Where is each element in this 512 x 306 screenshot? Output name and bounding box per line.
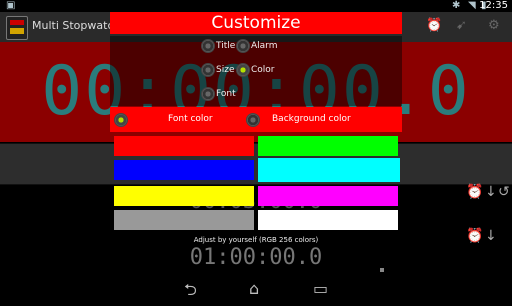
tab-background-color[interactable]: Background color xyxy=(272,107,351,132)
alarm-icon[interactable]: ⏰ xyxy=(466,184,483,200)
recent-apps-icon[interactable]: ▭ xyxy=(313,279,328,298)
radio-size[interactable] xyxy=(201,63,215,77)
control-row[interactable] xyxy=(0,143,512,185)
radio-alarm[interactable] xyxy=(236,39,250,53)
radio-title[interactable] xyxy=(201,39,215,53)
radio-background-color[interactable] xyxy=(246,113,260,127)
share-icon[interactable]: ➹ xyxy=(456,18,467,33)
swatch-red[interactable] xyxy=(114,136,254,156)
bluetooth-icon: ✱ xyxy=(452,0,461,11)
adjust-rgb-link[interactable]: Adjust by yourself (RGB 256 colors) xyxy=(110,236,402,244)
home-icon[interactable]: ⌂ xyxy=(249,279,259,298)
scroll-handle xyxy=(380,268,384,272)
swatch-blue[interactable] xyxy=(114,160,254,180)
alarm-icon[interactable]: ⏰ xyxy=(466,228,483,244)
dialog-title: Customize xyxy=(110,12,402,34)
swatch-green[interactable] xyxy=(258,136,398,156)
wifi-icon: ◥ xyxy=(468,0,476,11)
arrow-down-icon[interactable]: ↓ xyxy=(485,184,497,200)
option-title-label[interactable]: Title xyxy=(216,40,235,52)
swatch-white[interactable] xyxy=(258,210,398,230)
swatch-magenta[interactable] xyxy=(258,186,398,206)
swatch-gray[interactable] xyxy=(114,210,254,230)
arrow-down-icon[interactable]: ↓ xyxy=(485,228,497,244)
notification-icon: ▣ xyxy=(6,0,16,11)
option-alarm-label[interactable]: Alarm xyxy=(251,40,277,52)
radio-font-color[interactable] xyxy=(114,113,128,127)
status-bar xyxy=(0,0,512,12)
status-clock: 12:35 xyxy=(479,0,508,11)
app-icon[interactable] xyxy=(6,16,28,40)
app-title: Multi Stopwatch an xyxy=(32,19,112,32)
swatch-yellow[interactable] xyxy=(114,186,254,206)
option-font-label[interactable]: Font xyxy=(216,88,236,100)
option-color-label[interactable]: Color xyxy=(251,64,275,76)
settings-icon[interactable]: ⚙ xyxy=(488,18,500,33)
stopwatch-time-2: 00:03:00.0 xyxy=(189,189,323,214)
reset-icon[interactable]: ↺ xyxy=(498,184,510,200)
back-icon[interactable]: ⮌ xyxy=(184,279,197,306)
stopwatch-time-3: 01:00:00.0 xyxy=(189,245,323,270)
alarm-icon[interactable]: ⏰ xyxy=(426,18,442,33)
radio-font[interactable] xyxy=(201,87,215,101)
swatch-cyan[interactable] xyxy=(258,158,400,182)
radio-color[interactable] xyxy=(236,63,250,77)
option-size-label[interactable]: Size xyxy=(216,64,234,76)
tab-font-color[interactable]: Font color xyxy=(168,107,213,132)
